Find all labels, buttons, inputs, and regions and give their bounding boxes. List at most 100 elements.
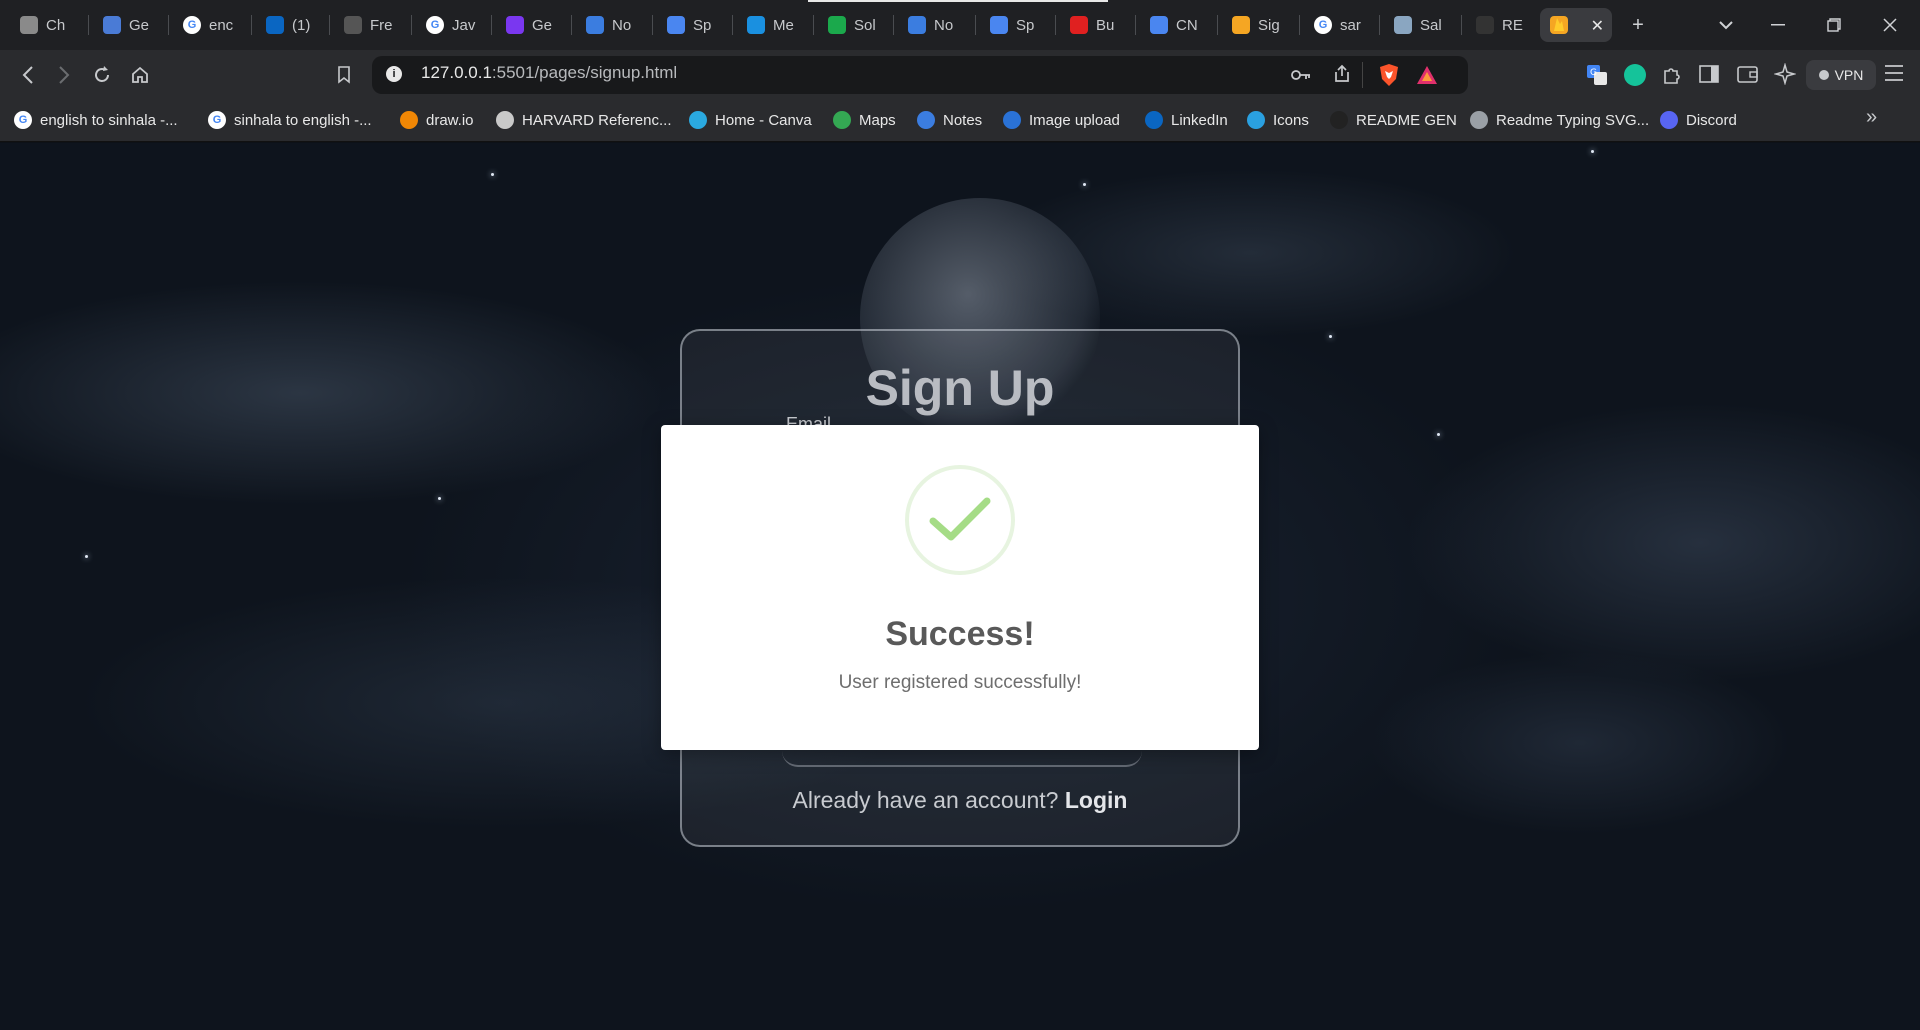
bookmark-item[interactable]: Home - Canva	[689, 108, 812, 132]
tab-title: Sig	[1258, 16, 1280, 34]
bookmark-item[interactable]: Genglish to sinhala -...	[14, 108, 178, 132]
tab-separator	[88, 15, 89, 35]
github-icon: G	[1314, 16, 1332, 34]
brave-shields-icon[interactable]	[1378, 63, 1400, 92]
bookmark-item[interactable]: Image upload	[1003, 108, 1120, 132]
bookmark-item[interactable]: LinkedIn	[1145, 108, 1228, 132]
tab-search-icon[interactable]	[1710, 10, 1742, 40]
imgbb-icon	[1003, 111, 1021, 129]
tab-item[interactable]: Ch	[10, 8, 84, 42]
tab-item[interactable]: (1)	[256, 8, 330, 42]
brave-rewards-icon[interactable]	[1416, 65, 1438, 90]
login-prompt-text: Already have an account?	[792, 787, 1059, 813]
tab-item[interactable]: Ge	[496, 8, 570, 42]
tab-item[interactable]: RE	[1466, 8, 1540, 42]
bookmark-item[interactable]: README GEN	[1330, 108, 1457, 132]
forward-icon[interactable]	[48, 60, 80, 90]
bookmark-item[interactable]: Maps	[833, 108, 896, 132]
login-link[interactable]: Login	[1065, 787, 1128, 813]
tab-separator	[571, 15, 572, 35]
docs-icon	[990, 16, 1008, 34]
drawio-icon	[400, 111, 418, 129]
bookmark-icon[interactable]	[328, 60, 360, 90]
tab-item[interactable]: No	[898, 8, 972, 42]
bookmark-label: draw.io	[426, 111, 474, 129]
password-key-icon[interactable]	[1290, 65, 1312, 90]
tab-title: (1)	[292, 16, 311, 34]
tab-title: CN	[1176, 16, 1198, 34]
bookmark-item[interactable]: Discord	[1660, 108, 1737, 132]
tab-title: Sp	[1016, 16, 1035, 34]
notes-icon	[586, 16, 604, 34]
restore-icon[interactable]	[1818, 10, 1850, 40]
tab-item[interactable]: Sp	[657, 8, 731, 42]
tab-separator	[732, 15, 733, 35]
tab-item[interactable]: Sp	[980, 8, 1054, 42]
tab-separator	[251, 15, 252, 35]
bookmark-item[interactable]: HARVARD Referenc...	[496, 108, 672, 132]
tab-item[interactable]: No	[576, 8, 650, 42]
readme-icon	[1330, 111, 1348, 129]
tab-item[interactable]: G Jav	[416, 8, 490, 42]
signup-title: Sign Up	[865, 360, 1055, 416]
bookmark-label: Image upload	[1029, 111, 1120, 129]
tab-title: Ge	[129, 16, 150, 34]
tab-separator	[893, 15, 894, 35]
new-tab-button[interactable]: +	[1622, 10, 1654, 40]
notes-icon	[908, 16, 926, 34]
tab-item[interactable]: CN	[1140, 8, 1214, 42]
svg-text:G: G	[1590, 68, 1597, 78]
translate-icon[interactable]: G	[1586, 64, 1608, 91]
tab-active[interactable]: ✕	[1540, 8, 1612, 42]
tab-item[interactable]: Fre	[334, 8, 408, 42]
home-icon[interactable]	[124, 60, 156, 90]
bootstrap-icon	[506, 16, 524, 34]
bookmark-item[interactable]: Icons	[1247, 108, 1309, 132]
tab-title: Jav	[452, 16, 476, 34]
bookmark-item[interactable]: Notes	[917, 108, 982, 132]
info-icon[interactable]: i	[386, 66, 402, 82]
tab-item[interactable]: Bu	[1060, 8, 1134, 42]
star	[438, 497, 441, 500]
leo-ai-icon[interactable]	[1773, 62, 1797, 90]
bookmark-label: Notes	[943, 111, 983, 129]
tab-title: Ch	[46, 16, 66, 34]
icons-icon	[1247, 111, 1265, 129]
tab-loading-indicator	[808, 0, 1108, 2]
tab-separator	[813, 15, 814, 35]
tab-item[interactable]: Sol	[818, 8, 892, 42]
tab-item[interactable]: Sig	[1222, 8, 1296, 42]
bookmark-item[interactable]: draw.io	[400, 108, 474, 132]
tab-item[interactable]: Sal	[1384, 8, 1458, 42]
image-icon	[1394, 16, 1412, 34]
back-icon[interactable]	[12, 60, 44, 90]
discord-icon	[1660, 111, 1678, 129]
sidebar-icon[interactable]	[1699, 64, 1719, 89]
tab-item[interactable]: Me	[737, 8, 811, 42]
menu-icon[interactable]	[1884, 64, 1904, 87]
close-tab-icon[interactable]: ✕	[1591, 16, 1604, 36]
wallet-icon[interactable]	[1737, 64, 1759, 89]
close-window-icon[interactable]	[1874, 10, 1906, 40]
bookmark-item[interactable]: Gsinhala to english -...	[208, 108, 372, 132]
tab-item[interactable]: Ge	[93, 8, 167, 42]
star	[1083, 183, 1086, 186]
tab-item[interactable]: Genc	[173, 8, 247, 42]
extensions-icon[interactable]	[1661, 64, 1683, 91]
bookmark-item[interactable]: Readme Typing SVG...	[1470, 108, 1649, 132]
grammarly-icon[interactable]	[1624, 64, 1646, 86]
google-icon: G	[183, 16, 201, 34]
tab-separator	[1461, 15, 1462, 35]
bookmark-label: Maps	[859, 111, 896, 129]
share-icon[interactable]	[1332, 64, 1352, 89]
tab-item[interactable]: Gsar	[1304, 8, 1378, 42]
signup-button[interactable]	[782, 751, 1142, 767]
minimize-icon[interactable]	[1762, 10, 1794, 40]
reload-icon[interactable]	[86, 60, 118, 90]
vpn-button[interactable]: VPN	[1806, 60, 1876, 90]
url-text: 127.0.0.1:5501/pages/signup.html	[421, 63, 678, 82]
linkedin-icon	[1145, 111, 1163, 129]
more-bookmarks-button[interactable]: »	[1866, 106, 1877, 129]
bookmark-label: Home - Canva	[715, 111, 812, 129]
bookmark-label: Readme Typing SVG...	[1496, 111, 1650, 129]
